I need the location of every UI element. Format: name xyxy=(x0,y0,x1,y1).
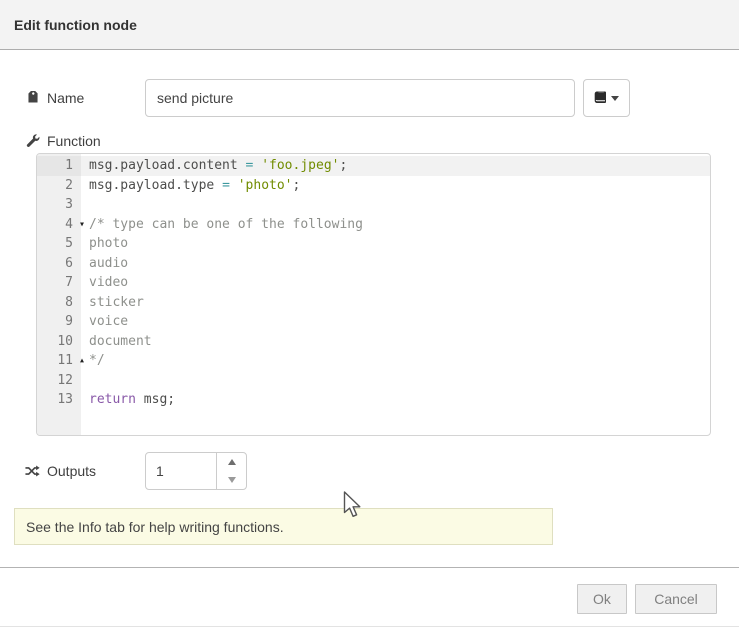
info-tip-text: See the Info tab for help writing functi… xyxy=(26,519,284,535)
gutter-line-number: 2 xyxy=(37,176,81,196)
function-label-text: Function xyxy=(47,133,101,149)
edit-function-dialog: Edit function node Name Function 1234▾56… xyxy=(0,0,739,630)
code-line[interactable]: return msg; xyxy=(81,390,710,410)
dialog-title: Edit function node xyxy=(14,17,137,33)
gutter-line-number: 13 xyxy=(37,390,81,410)
name-label-text: Name xyxy=(47,90,84,106)
gutter-line-number: 7 xyxy=(37,273,81,293)
library-button[interactable] xyxy=(583,79,630,117)
code-editor[interactable]: 1234▾567891011▴1213 msg.payload.content … xyxy=(36,153,711,436)
gutter-line-number: 10 xyxy=(37,332,81,352)
name-input[interactable] xyxy=(145,79,575,117)
book-icon xyxy=(594,91,607,105)
code-line[interactable]: video xyxy=(81,273,710,293)
spinner-buttons xyxy=(216,453,246,489)
code-line[interactable] xyxy=(81,195,710,215)
outputs-label: Outputs xyxy=(25,452,96,490)
outputs-input[interactable] xyxy=(146,453,224,489)
info-tip: See the Info tab for help writing functi… xyxy=(14,508,553,545)
caret-down-icon xyxy=(611,96,619,101)
cancel-button[interactable]: Cancel xyxy=(635,584,717,614)
tag-icon xyxy=(25,91,40,105)
gutter-line-number: 6 xyxy=(37,254,81,274)
gutter-line-number: 5 xyxy=(37,234,81,254)
code-line[interactable]: msg.payload.type = 'photo'; xyxy=(81,176,710,196)
gutter-line-number: 12 xyxy=(37,371,81,391)
editor-code[interactable]: msg.payload.content = 'foo.jpeg';msg.pay… xyxy=(81,154,710,435)
dialog-footer: Ok Cancel xyxy=(0,567,739,627)
outputs-label-text: Outputs xyxy=(47,463,96,479)
gutter-line-number: 11▴ xyxy=(37,351,81,371)
editor-gutter: 1234▾567891011▴1213 xyxy=(37,154,81,435)
dialog-header: Edit function node xyxy=(0,0,739,50)
code-line[interactable]: */ xyxy=(81,351,710,371)
arrow-down-icon xyxy=(228,477,236,483)
code-line[interactable]: photo xyxy=(81,234,710,254)
spinner-up-button[interactable] xyxy=(217,453,246,471)
gutter-line-number: 8 xyxy=(37,293,81,313)
name-label: Name xyxy=(25,79,84,117)
ok-button[interactable]: Ok xyxy=(577,584,627,614)
gutter-line-number: 9 xyxy=(37,312,81,332)
gutter-line-number: 1 xyxy=(37,156,81,176)
wrench-icon xyxy=(25,134,40,148)
spinner-down-button[interactable] xyxy=(217,471,246,489)
code-line[interactable] xyxy=(81,371,710,391)
code-line[interactable]: audio xyxy=(81,254,710,274)
code-line[interactable]: /* type can be one of the following xyxy=(81,215,710,235)
arrow-up-icon xyxy=(228,459,236,465)
shuffle-icon xyxy=(25,464,40,478)
code-line[interactable]: msg.payload.content = 'foo.jpeg'; xyxy=(81,156,710,176)
gutter-line-number: 3 xyxy=(37,195,81,215)
gutter-line-number: 4▾ xyxy=(37,215,81,235)
code-line[interactable]: document xyxy=(81,332,710,352)
outputs-spinner xyxy=(145,452,247,490)
code-line[interactable]: sticker xyxy=(81,293,710,313)
function-label: Function xyxy=(25,131,101,151)
code-line[interactable]: voice xyxy=(81,312,710,332)
